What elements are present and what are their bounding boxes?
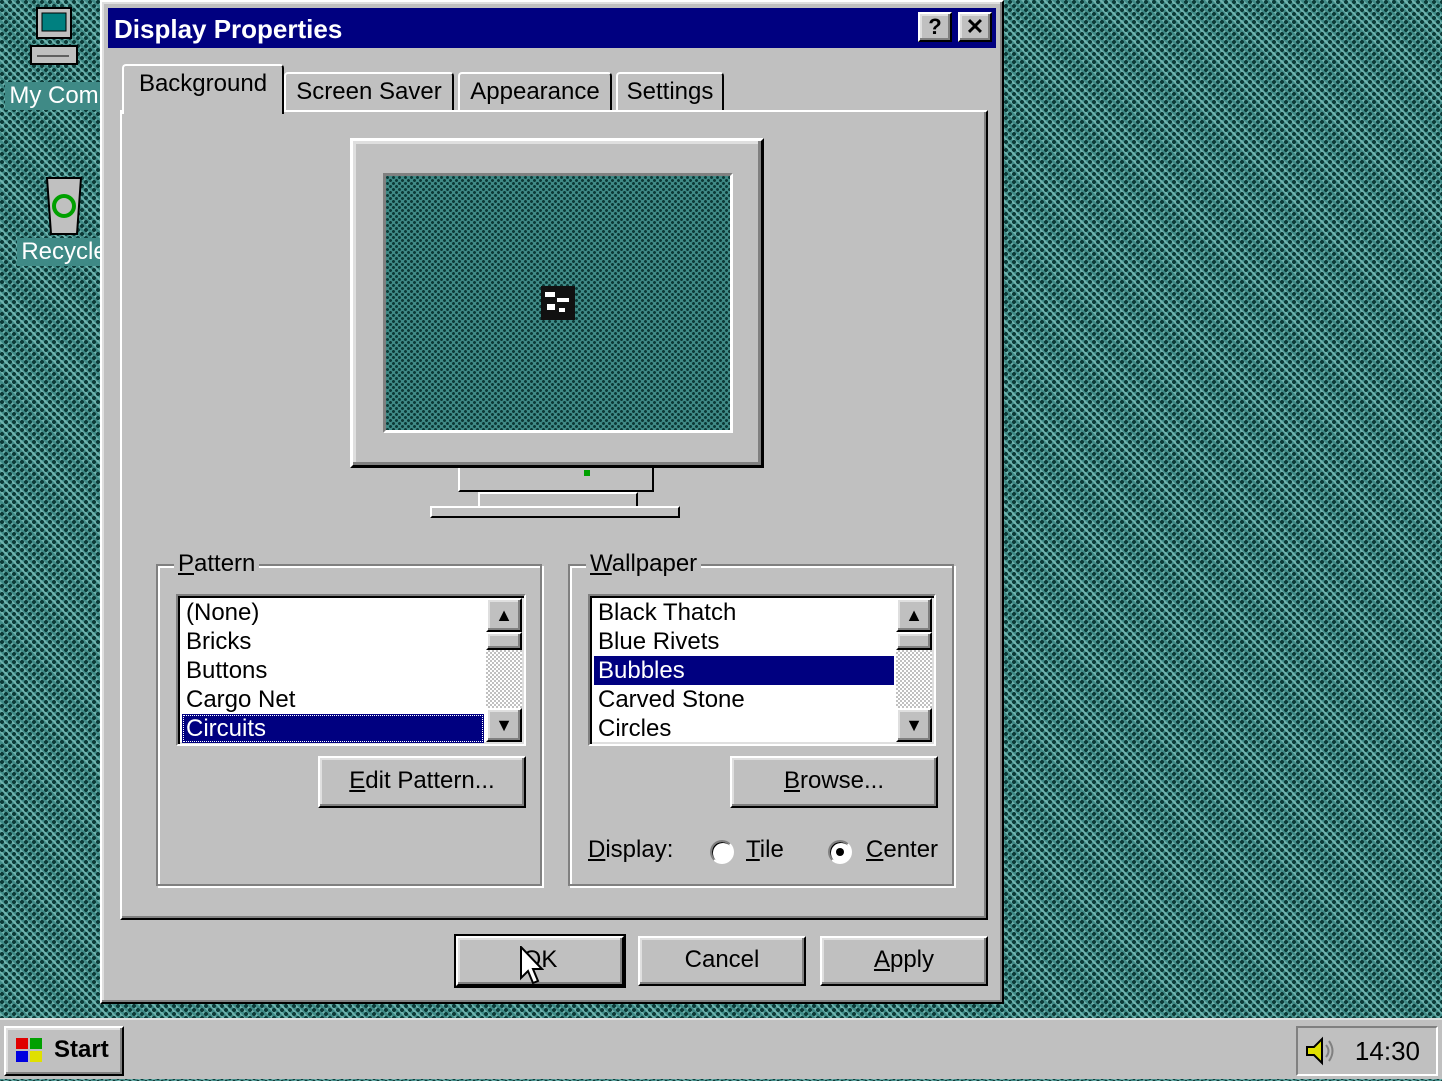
monitor-preview [350, 138, 764, 468]
tab-screen-saver[interactable]: Screen Saver [284, 72, 454, 112]
browse-label: Browse... [783, 767, 885, 794]
list-item[interactable]: (None) [182, 598, 484, 627]
scroll-thumb[interactable] [486, 632, 522, 650]
radio-selected-dot [836, 848, 844, 856]
power-led-icon [584, 470, 590, 476]
clock[interactable]: 14:30 [1355, 1036, 1420, 1067]
list-item[interactable]: Bricks [182, 627, 484, 656]
list-item[interactable]: Buttons [182, 656, 484, 685]
pattern-scrollbar[interactable]: ▲ ▼ [486, 598, 522, 742]
pattern-group: Pattern (None) Bricks Buttons Cargo Net … [156, 550, 542, 886]
scroll-up-icon[interactable]: ▲ [486, 598, 522, 632]
start-button[interactable]: Start [4, 1026, 124, 1076]
scroll-up-icon[interactable]: ▲ [896, 598, 932, 632]
wallpaper-preview-icon [541, 286, 575, 320]
system-tray: 14:30 [1296, 1026, 1438, 1076]
scroll-down-icon[interactable]: ▼ [896, 708, 932, 742]
recycle-bin-icon [39, 170, 89, 235]
browse-button[interactable]: Browse... [730, 756, 938, 808]
apply-label: Apply [873, 946, 935, 973]
center-label[interactable]: Center [866, 836, 938, 864]
scroll-thumb[interactable] [896, 632, 932, 650]
wallpaper-scrollbar[interactable]: ▲ ▼ [896, 598, 932, 742]
background-tab-panel: Pattern (None) Bricks Buttons Cargo Net … [120, 110, 988, 920]
my-computer-icon [29, 6, 79, 65]
title-bar[interactable]: Display Properties ? ✕ [108, 8, 996, 48]
monitor-stand-base [430, 506, 680, 518]
list-item[interactable]: Blue Rivets [594, 627, 894, 656]
list-item[interactable]: Circuits [182, 714, 484, 743]
apply-button[interactable]: Apply [820, 936, 988, 986]
wallpaper-group-label: Wallpaper [586, 550, 702, 578]
edit-pattern-label: Edit Pattern... [349, 767, 495, 794]
tile-radio[interactable] [710, 840, 734, 864]
list-item[interactable]: Circles [594, 714, 894, 743]
preview-screen [383, 173, 733, 433]
list-item[interactable]: Cargo Net [182, 685, 484, 714]
desktop-icon-label: My Com [5, 82, 103, 110]
cancel-button[interactable]: Cancel [638, 936, 806, 986]
list-item[interactable]: Black Thatch [594, 598, 894, 627]
tab-appearance[interactable]: Appearance [458, 72, 612, 112]
display-label: Display: [588, 836, 674, 863]
start-label: Start [54, 1036, 109, 1063]
cancel-label: Cancel [684, 946, 760, 973]
center-radio[interactable] [828, 840, 852, 864]
close-button[interactable]: ✕ [958, 12, 992, 42]
pattern-group-label: Pattern [174, 550, 260, 578]
display-properties-dialog: Display Properties ? ✕ Background Screen… [100, 0, 1004, 1004]
desktop-icon-recycle-bin[interactable]: Recycle [14, 170, 114, 266]
list-item[interactable]: Carved Stone [594, 685, 894, 714]
tab-settings[interactable]: Settings [616, 72, 724, 112]
desktop-icon-label: Recycle [17, 238, 111, 266]
scroll-down-icon[interactable]: ▼ [486, 708, 522, 742]
tile-label[interactable]: Tile [746, 836, 784, 864]
wallpaper-listbox[interactable]: Black Thatch Blue Rivets Bubbles Carved … [588, 594, 936, 746]
list-item[interactable]: Bubbles [594, 656, 894, 685]
monitor-stand [458, 468, 654, 492]
help-button[interactable]: ? [918, 12, 952, 42]
desktop-icon-my-computer[interactable]: My Com [4, 6, 104, 110]
dialog-title: Display Properties [114, 14, 343, 44]
taskbar: Start 14:30 [0, 1018, 1442, 1079]
wallpaper-group: Wallpaper Black Thatch Blue Rivets Bubbl… [568, 550, 954, 886]
tab-background[interactable]: Background [122, 64, 284, 114]
windows-logo-icon [14, 1036, 46, 1081]
speaker-icon[interactable] [1304, 1036, 1338, 1071]
pattern-listbox[interactable]: (None) Bricks Buttons Cargo Net Circuits… [176, 594, 526, 746]
mouse-cursor-icon [520, 944, 545, 991]
edit-pattern-button[interactable]: Edit Pattern... [318, 756, 526, 808]
